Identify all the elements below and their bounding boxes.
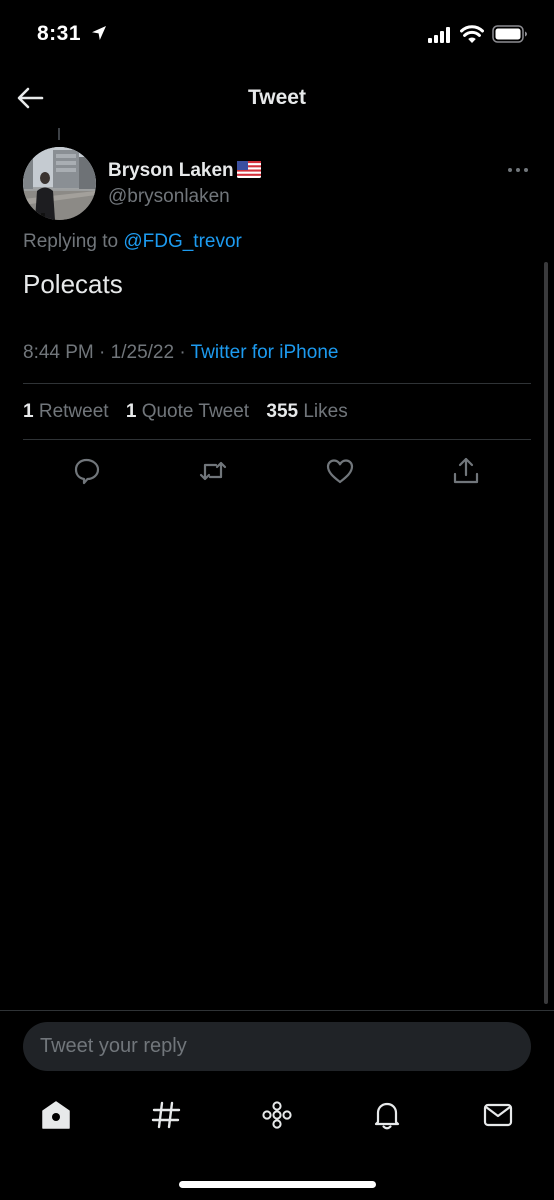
more-dot-icon <box>524 168 528 172</box>
spaces-icon <box>260 1098 294 1132</box>
retweet-icon <box>198 456 228 486</box>
tweet-actions <box>0 456 554 486</box>
tab-spaces[interactable] <box>260 1098 294 1132</box>
tweet-detail-screen: 8:31 Tweet Bryson Laken @brysonlaken Rep… <box>0 0 554 1200</box>
author-name[interactable]: Bryson Laken <box>108 160 261 182</box>
tweet-metadata: 8:44 PM · 1/25/22 · Twitter for iPhone <box>23 342 339 363</box>
likes-count: 355 <box>266 401 299 422</box>
quote-tweets-label: Quote Tweet <box>141 401 250 422</box>
home-indicator[interactable] <box>179 1181 376 1188</box>
author-handle[interactable]: @brysonlaken <box>108 186 230 208</box>
top-navigation: Tweet <box>0 70 554 128</box>
avatar-photo <box>23 147 96 220</box>
replying-prefix: Replying to <box>23 231 119 252</box>
likes-stat[interactable]: 355 Likes <box>266 401 347 422</box>
replying-to: Replying to @FDG_trevor <box>23 231 242 253</box>
explore-hashtag-icon <box>149 1098 183 1132</box>
location-arrow-icon <box>91 25 107 41</box>
messages-mail-icon <box>481 1098 515 1132</box>
quote-tweets-count: 1 <box>125 401 137 422</box>
tab-explore[interactable] <box>149 1098 183 1132</box>
cellular-signal-icon <box>428 27 454 43</box>
tweet-stats: 1 Retweet 1 Quote Tweet 355 Likes <box>23 401 360 423</box>
status-time: 8:31 <box>37 22 82 45</box>
divider <box>0 1010 554 1011</box>
tweet-text: Polecats <box>23 269 123 299</box>
retweet-button[interactable] <box>198 456 228 486</box>
more-dot-icon <box>516 168 520 172</box>
divider <box>23 383 531 384</box>
author-avatar[interactable] <box>23 147 96 220</box>
tab-notifications[interactable] <box>370 1098 404 1132</box>
home-icon <box>39 1098 73 1132</box>
divider <box>23 439 531 440</box>
tweet-time: 8:44 PM <box>23 342 94 363</box>
tweet-date: 1/25/22 <box>110 342 175 363</box>
retweets-label: Retweet <box>38 401 109 422</box>
scrollbar[interactable] <box>544 262 548 1004</box>
notifications-bell-icon <box>370 1098 404 1132</box>
reply-icon <box>72 456 102 486</box>
battery-icon <box>492 25 528 43</box>
more-options-button[interactable] <box>507 165 529 175</box>
status-bar: 8:31 <box>0 0 554 70</box>
like-button[interactable] <box>325 456 355 486</box>
retweets-count: 1 <box>23 401 34 422</box>
more-dot-icon <box>508 168 512 172</box>
thread-connector-line <box>58 128 60 140</box>
likes-label: Likes <box>303 401 348 422</box>
replying-to-mention-link[interactable]: @FDG_trevor <box>123 231 242 252</box>
tweet-source-link[interactable]: Twitter for iPhone <box>191 342 339 363</box>
tab-home[interactable] <box>39 1098 73 1132</box>
reply-button[interactable] <box>72 456 102 486</box>
like-icon <box>325 456 355 486</box>
reply-input[interactable] <box>23 1022 531 1071</box>
share-button[interactable] <box>451 456 481 486</box>
wifi-icon <box>460 24 484 43</box>
bottom-tab-bar <box>0 1098 554 1138</box>
author-name-text: Bryson Laken <box>108 160 234 181</box>
quote-tweets-stat[interactable]: 1 Quote Tweet <box>126 401 249 422</box>
us-flag-icon <box>236 161 261 178</box>
retweets-stat[interactable]: 1 Retweet <box>23 401 109 422</box>
page-title: Tweet <box>248 86 306 109</box>
share-icon <box>451 456 481 486</box>
tab-messages[interactable] <box>481 1098 515 1132</box>
